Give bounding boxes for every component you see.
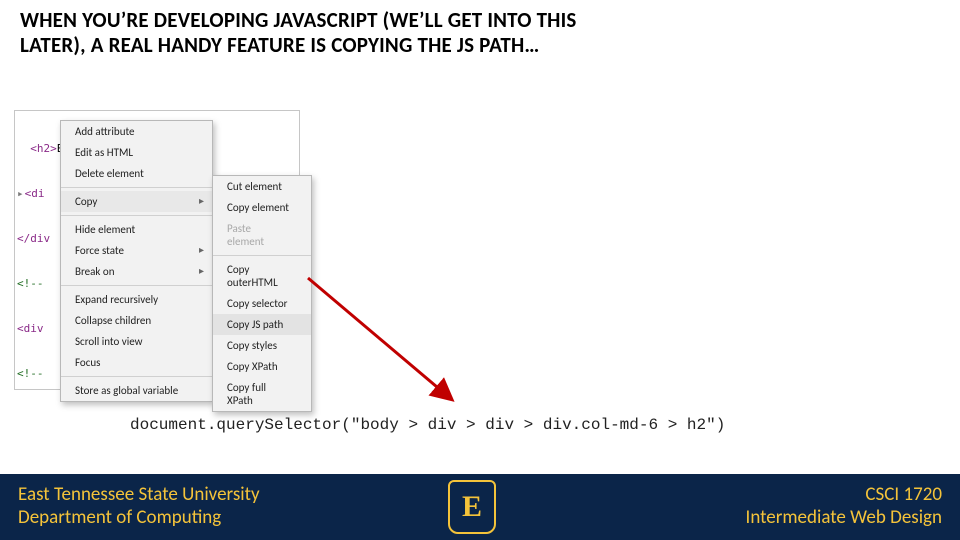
menu-separator (61, 187, 212, 188)
menu-separator (61, 215, 212, 216)
menu-separator (61, 376, 212, 377)
menu-item-scroll-into-view[interactable]: Scroll into view (61, 331, 212, 352)
menu-item-delete-element[interactable]: Delete element (61, 163, 212, 184)
menu-item-force-state[interactable]: Force state (61, 240, 212, 261)
footer-right: CSCI 1720 Intermediate Web Design (746, 484, 942, 530)
menu-item-add-attribute[interactable]: Add attribute (61, 121, 212, 142)
menu-item-expand-recursively[interactable]: Expand recursively (61, 289, 212, 310)
menu-separator (213, 255, 311, 256)
menu-item-store-global[interactable]: Store as global variable (61, 380, 212, 401)
footer-left: East Tennessee State University Departme… (18, 484, 260, 530)
menu-item-copy[interactable]: Copy (61, 191, 212, 212)
submenu-copy-selector[interactable]: Copy selector (213, 293, 311, 314)
slide-title: WHEN YOU’RE DEVELOPING JAVASCRIPT (WE’LL… (20, 8, 620, 58)
submenu-copy-js-path[interactable]: Copy JS path (213, 314, 311, 335)
submenu-cut-element[interactable]: Cut element (213, 176, 311, 197)
menu-item-hide-element[interactable]: Hide element (61, 219, 212, 240)
menu-item-collapse-children[interactable]: Collapse children (61, 310, 212, 331)
etsu-logo-icon: E (448, 480, 496, 534)
menu-item-edit-as-html[interactable]: Edit as HTML (61, 142, 212, 163)
copy-submenu: Cut element Copy element Paste element C… (212, 175, 312, 412)
callout-arrow-icon (300, 270, 460, 410)
submenu-copy-element[interactable]: Copy element (213, 197, 311, 218)
submenu-copy-outerhtml[interactable]: Copy outerHTML (213, 259, 311, 293)
footer-bar: East Tennessee State University Departme… (0, 474, 960, 540)
context-menu: Add attribute Edit as HTML Delete elemen… (60, 120, 213, 402)
code: <h2> (30, 142, 57, 155)
university-name: East Tennessee State University (18, 484, 260, 507)
course-code: CSCI 1720 (746, 484, 942, 507)
department-name: Department of Computing (18, 507, 260, 530)
slide: WHEN YOU’RE DEVELOPING JAVASCRIPT (WE’LL… (0, 0, 960, 540)
submenu-paste-element: Paste element (213, 218, 311, 252)
menu-item-break-on[interactable]: Break on (61, 261, 212, 282)
code-output: document.querySelector("body > div > div… (130, 416, 725, 434)
submenu-copy-styles[interactable]: Copy styles (213, 335, 311, 356)
submenu-copy-full-xpath[interactable]: Copy full XPath (213, 377, 311, 411)
menu-separator (61, 285, 212, 286)
course-name: Intermediate Web Design (746, 507, 942, 530)
submenu-copy-xpath[interactable]: Copy XPath (213, 356, 311, 377)
menu-item-focus[interactable]: Focus (61, 352, 212, 373)
